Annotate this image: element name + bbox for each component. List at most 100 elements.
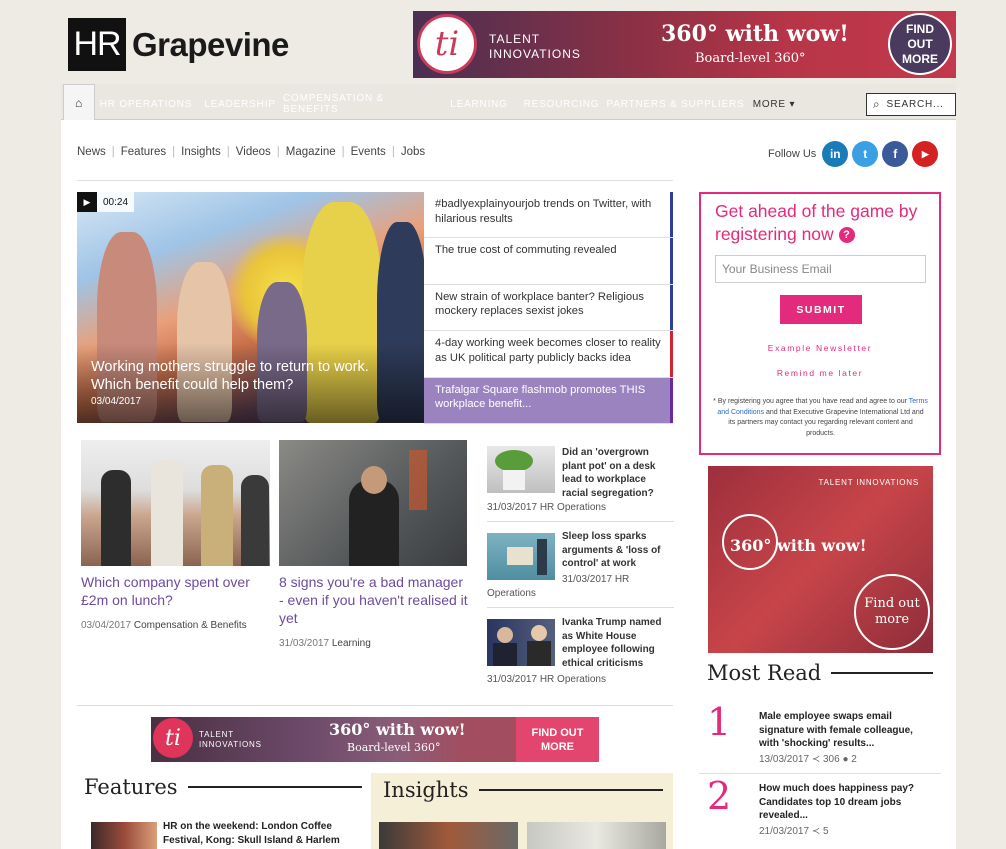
most-read-rank: 1 — [707, 700, 732, 744]
side-thumb — [487, 533, 555, 580]
insights-heading: Insights — [383, 778, 663, 802]
side-thumb — [487, 446, 555, 493]
home-icon: ⌂ — [74, 95, 84, 110]
hero-list-item[interactable]: #badlyexplainyourjob trends on Twitter, … — [424, 192, 673, 239]
nav-more-dropdown[interactable]: MORE ▾ — [749, 88, 799, 120]
ad-find-out-more-button[interactable]: Find out more — [854, 574, 930, 650]
sidebar-ad[interactable]: TALENT INNOVATIONS 360° with wow! Find o… — [708, 466, 933, 653]
ad-find-out-more-button[interactable]: FIND OUT MORE — [888, 13, 952, 75]
ad-subheadline: Board-level 360° — [347, 741, 441, 754]
ad-brand: TALENT INNOVATIONS — [489, 32, 581, 61]
feature-thumb[interactable] — [91, 822, 157, 849]
site-logo[interactable]: HR Grapevine — [68, 18, 289, 71]
side-list-title: Sleep loss sparks arguments & 'loss of c… — [562, 531, 661, 569]
subnav-jobs[interactable]: Jobs — [401, 146, 425, 158]
play-icon[interactable]: ▶ — [77, 192, 97, 212]
subnav-events[interactable]: Events — [351, 146, 386, 158]
top-banner-ad[interactable]: ti TALENT INNOVATIONS 360° with wow! Boa… — [413, 11, 956, 78]
video-duration: 00:24 — [97, 192, 135, 212]
logo-hr-mark: HR — [68, 18, 126, 71]
ad-subheadline: Board-level 360° — [695, 51, 806, 66]
most-read-title[interactable]: How much does happiness pay? Candidates … — [759, 782, 929, 823]
most-read-heading: Most Read — [707, 661, 933, 685]
side-list-meta: 31/03/2017 HR Operations — [487, 502, 606, 513]
video-badge[interactable]: ▶ 00:24 — [77, 192, 135, 212]
section-subnav: News | Features | Insights | Videos | Magazi… — [77, 146, 426, 158]
card-image[interactable] — [279, 440, 467, 566]
hero-title[interactable]: Working mothers struggle to return to wo… — [91, 358, 391, 394]
linkedin-icon[interactable]: in — [822, 141, 849, 167]
newsletter-register-box: Get ahead of the game by registering now… — [699, 192, 941, 455]
card-image[interactable] — [81, 440, 270, 566]
nav-partners-suppliers[interactable]: PARTNERS & SUPPLIERS — [606, 88, 745, 120]
ad-find-out-more-button[interactable]: FIND OUT MORE — [516, 717, 599, 762]
register-heading: Get ahead of the game by registering now… — [715, 201, 918, 244]
most-read-meta: 13/03/2017 ≺ 306 ● 2 — [759, 754, 857, 765]
subnav-videos[interactable]: Videos — [236, 146, 271, 158]
hero-list-item[interactable]: New strain of workplace banter? Religiou… — [424, 284, 673, 332]
most-read-title[interactable]: Male employee swaps email signature with… — [759, 710, 929, 751]
follow-us: Follow Us in t f ▶ — [768, 141, 939, 167]
help-icon[interactable]: ? — [838, 227, 855, 243]
hero-list-item[interactable]: 4-day working week becomes closer to rea… — [424, 331, 673, 378]
example-newsletter-link[interactable]: Example Newsletter — [701, 343, 939, 353]
card-title[interactable]: 8 signs you're a bad manager - even if y… — [279, 573, 469, 627]
follow-label: Follow Us — [768, 148, 817, 160]
ad-headline: 360° with wow! — [329, 720, 466, 739]
search-input[interactable]: SEARCH... — [887, 99, 944, 110]
nav-hr-operations[interactable]: HR OPERATIONS — [95, 88, 197, 120]
card-title[interactable]: Which company spent over £2m on lunch? — [81, 573, 271, 609]
ad-headline: 360° with wow! — [661, 21, 849, 47]
hero-headline-list: #badlyexplainyourjob trends on Twitter, … — [424, 192, 673, 424]
ad-logo: ti — [417, 14, 477, 74]
twitter-icon[interactable]: t — [852, 141, 879, 167]
side-list-item[interactable]: Sleep loss sparks arguments & 'loss of c… — [487, 530, 674, 608]
side-list-meta: Operations — [487, 588, 536, 599]
card-meta: 31/03/2017 Learning — [279, 638, 371, 649]
side-list-meta: 31/03/2017 HR Operations — [487, 674, 606, 685]
side-list-title: Did an 'overgrown plant pot' on a desk l… — [562, 447, 656, 499]
insight-thumb[interactable] — [379, 822, 518, 849]
subnav-features[interactable]: Features — [121, 146, 166, 158]
hero-video-card[interactable]: ▶ 00:24 Working mothers struggle to retu… — [77, 192, 424, 423]
nav-leadership[interactable]: LEADERSHIP — [198, 88, 282, 120]
side-list-item[interactable]: Ivanka Trump named as White House employ… — [487, 616, 674, 688]
divider — [699, 773, 941, 774]
subnav-news[interactable]: News — [77, 146, 106, 158]
search-icon: ⌕ — [873, 97, 881, 111]
ad-logo: ti — [153, 718, 193, 758]
submit-button[interactable]: SUBMIT — [780, 295, 862, 324]
nav-compensation-benefits[interactable]: COMPENSATION & BENEFITS — [283, 88, 440, 120]
search-box[interactable]: ⌕ SEARCH... — [866, 93, 956, 116]
card-category[interactable]: Learning — [332, 638, 371, 649]
hero-list-item-active[interactable]: Trafalgar Square flashmob promotes THIS … — [424, 377, 673, 424]
mid-banner-ad[interactable]: ti TALENT INNOVATIONS 360° with wow! Boar… — [151, 717, 599, 762]
features-heading: Features — [84, 775, 362, 799]
nav-home[interactable]: ⌂ — [63, 84, 95, 120]
most-read-rank: 2 — [707, 774, 732, 818]
side-list-meta: 31/03/2017 HR — [562, 574, 630, 585]
remind-me-later-link[interactable]: Remind me later — [701, 368, 939, 378]
business-email-field[interactable]: Your Business Email — [715, 255, 926, 283]
hero-list-item[interactable]: The true cost of commuting revealed — [424, 238, 673, 285]
nav-resourcing[interactable]: RESOURCING — [518, 88, 605, 120]
side-list-title: Ivanka Trump named as White House employ… — [562, 617, 662, 669]
feature-title[interactable]: HR on the weekend: London Coffee Festiva… — [163, 820, 363, 847]
card-category[interactable]: Compensation & Benefits — [134, 620, 247, 631]
ad-headline: 360° with wow! — [730, 536, 867, 555]
nav-learning[interactable]: LEARNING — [441, 88, 517, 120]
divider — [77, 705, 673, 706]
divider — [77, 180, 673, 181]
hero-date: 03/04/2017 — [91, 396, 142, 407]
subnav-magazine[interactable]: Magazine — [286, 146, 336, 158]
side-thumb — [487, 619, 555, 666]
facebook-icon[interactable]: f — [882, 141, 909, 167]
insight-thumb[interactable] — [527, 822, 666, 849]
register-legal-text: * By registering you agree that you have… — [713, 398, 928, 437]
main-nav: ⌂ HR OPERATIONS LEADERSHIP COMPENSATION … — [61, 84, 956, 120]
ad-brand: TALENT INNOVATIONS — [818, 478, 919, 487]
subnav-insights[interactable]: Insights — [181, 146, 221, 158]
card-meta: 03/04/2017 Compensation & Benefits — [81, 620, 247, 631]
youtube-icon[interactable]: ▶ — [912, 141, 939, 167]
side-list-item[interactable]: Did an 'overgrown plant pot' on a desk l… — [487, 446, 674, 522]
